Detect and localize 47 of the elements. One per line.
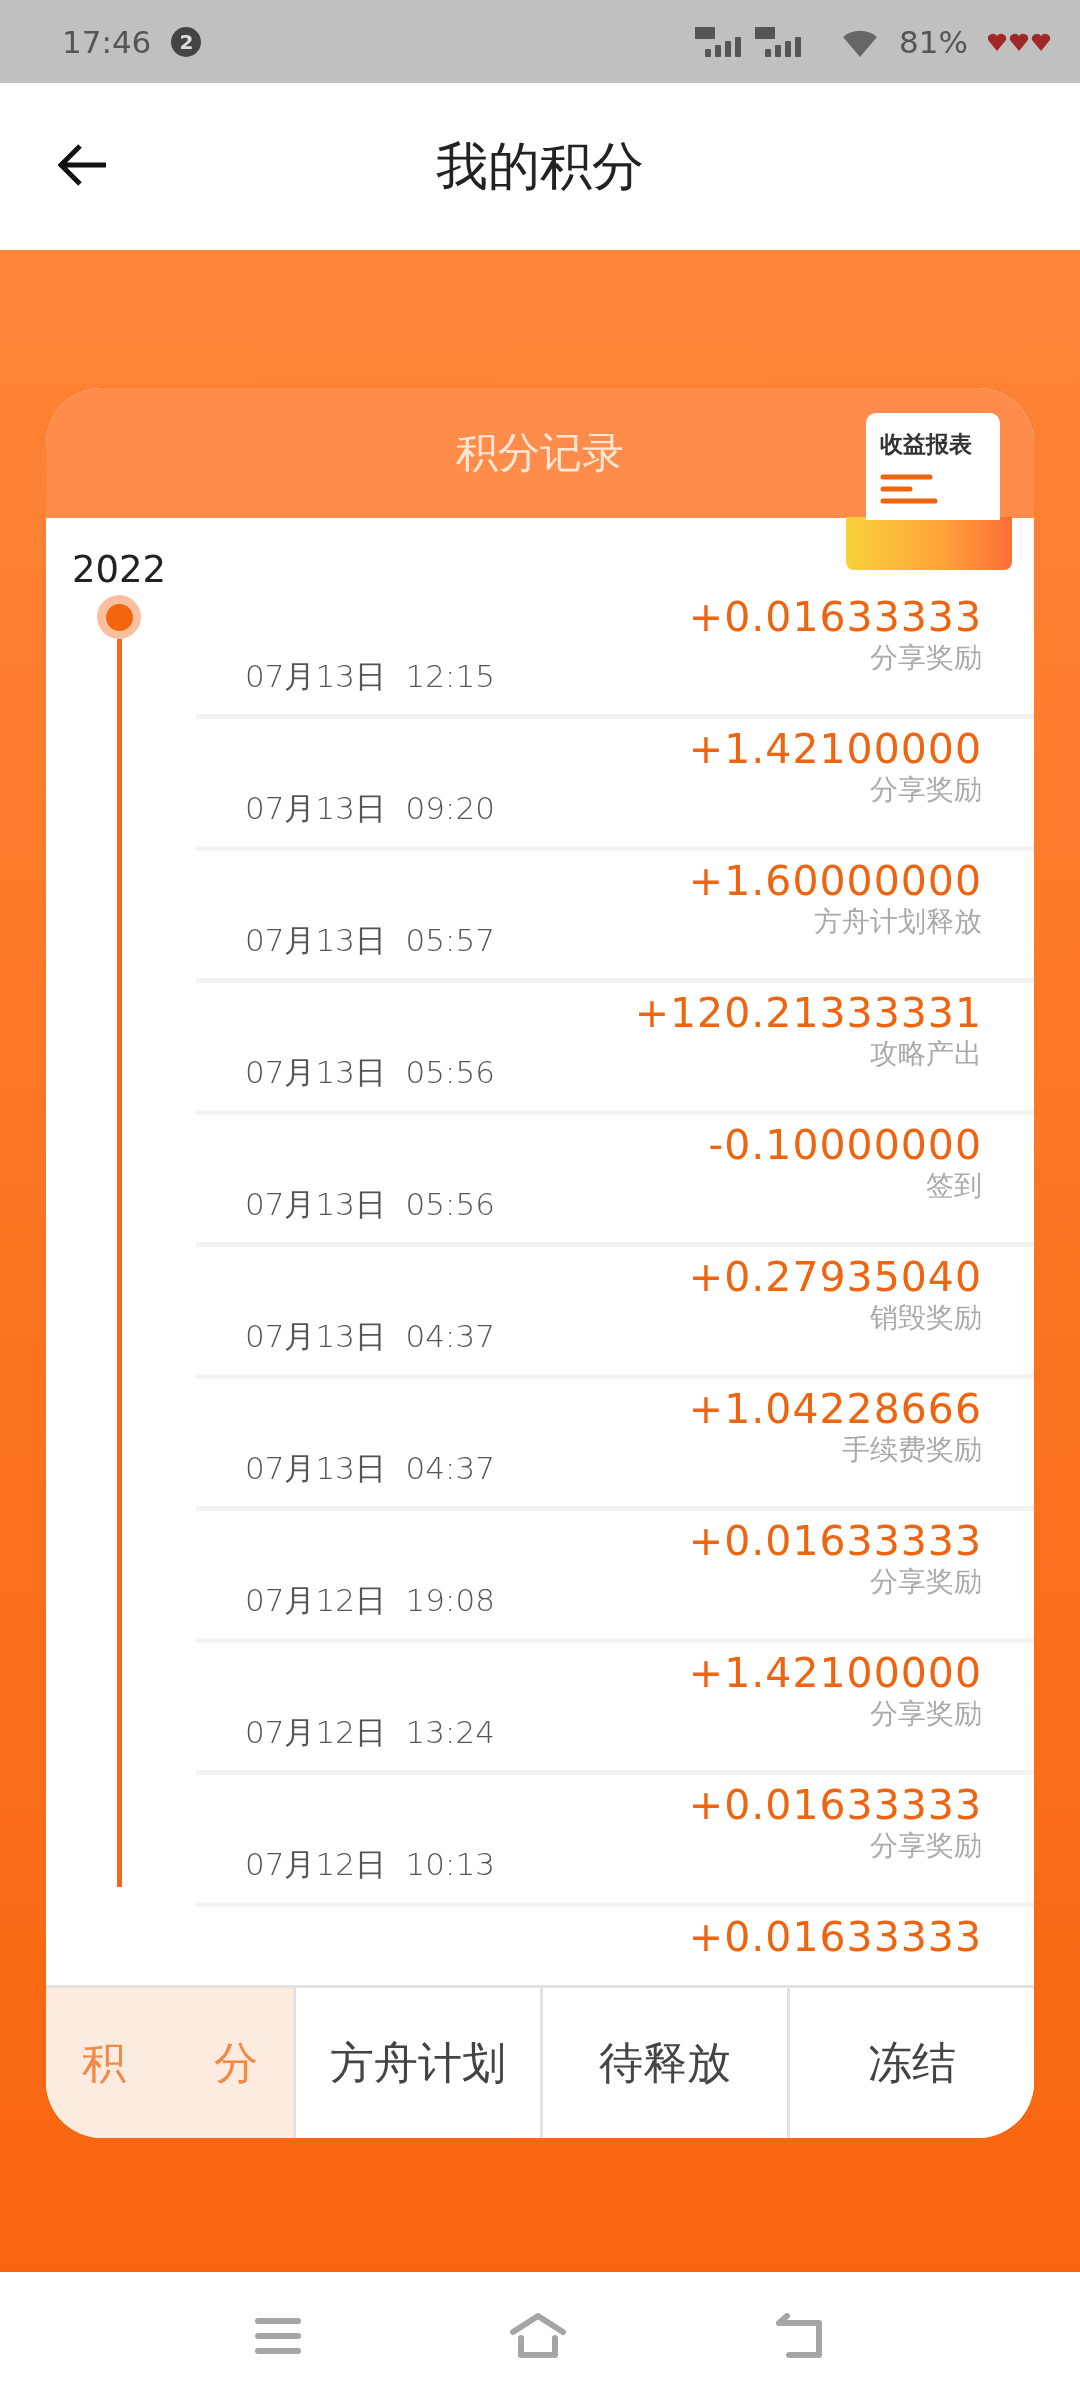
hearts-icon <box>988 31 1052 52</box>
record-amount: +1.60000000 <box>688 857 982 905</box>
record-amount: +1.04228666 <box>688 1385 982 1433</box>
record-amount: +0.01633333 <box>688 1913 982 1961</box>
record-type: 手续费奖励 <box>842 1433 982 1467</box>
home-icon[interactable] <box>509 2313 567 2359</box>
timeline-dot <box>97 595 141 639</box>
record-type: 分享奖励 <box>870 641 982 675</box>
record-time: 07月13日 05:56 <box>245 1184 496 1224</box>
notification-badge: 2 <box>171 26 202 57</box>
lines-icon <box>880 474 938 504</box>
record-amount: +1.42100000 <box>688 725 982 773</box>
record-amount: +0.27935040 <box>688 1253 982 1301</box>
record-time: 07月12日 19:08 <box>245 1580 496 1620</box>
record-type: 分享奖励 <box>870 1565 982 1599</box>
record-type: 攻略产出 <box>870 1037 982 1071</box>
report-button[interactable]: 收益报表 <box>866 413 1000 520</box>
record-time: 07月13日 04:37 <box>245 1448 496 1488</box>
page-title: 我的积分 <box>436 134 644 198</box>
record-time: 07月13日 05:56 <box>245 1052 496 1092</box>
record-amount: +0.01633333 <box>688 1517 982 1565</box>
record-amount: +0.01633333 <box>688 593 982 641</box>
record-time: 07月13日 05:57 <box>245 920 496 960</box>
record-time: 07月13日 12:15 <box>245 656 496 696</box>
record-amount: +1.42100000 <box>688 1649 982 1697</box>
battery-level: 81% <box>899 23 968 60</box>
year-label: 2022 <box>71 548 167 591</box>
status-time: 17:46 <box>62 23 152 60</box>
record-amount: +0.01633333 <box>688 1781 982 1829</box>
record-time: 07月13日 04:37 <box>245 1316 496 1356</box>
menu-icon[interactable] <box>255 2317 301 2355</box>
record-amount: -0.10000000 <box>708 1121 982 1169</box>
tab[interactable]: 冻结 <box>787 1988 1034 2138</box>
card-title: 积分记录 <box>456 427 624 479</box>
tray-icon <box>846 517 1012 570</box>
back-nav-icon[interactable] <box>775 2313 825 2359</box>
record-time: 07月12日 13:24 <box>245 1712 496 1752</box>
record-type: 方舟计划释放 <box>814 905 982 939</box>
back-icon[interactable] <box>58 143 108 187</box>
record-type: 销毁奖励 <box>870 1301 982 1335</box>
record-time: 07月13日 09:20 <box>245 788 496 828</box>
record-type: 分享奖励 <box>870 1829 982 1863</box>
record-type: 签到 <box>926 1169 982 1203</box>
record-type: 分享奖励 <box>870 773 982 807</box>
record-time: 07月12日 10:13 <box>245 1844 496 1884</box>
record-type: 分享奖励 <box>870 1697 982 1731</box>
record-amount: +120.21333331 <box>634 989 982 1037</box>
